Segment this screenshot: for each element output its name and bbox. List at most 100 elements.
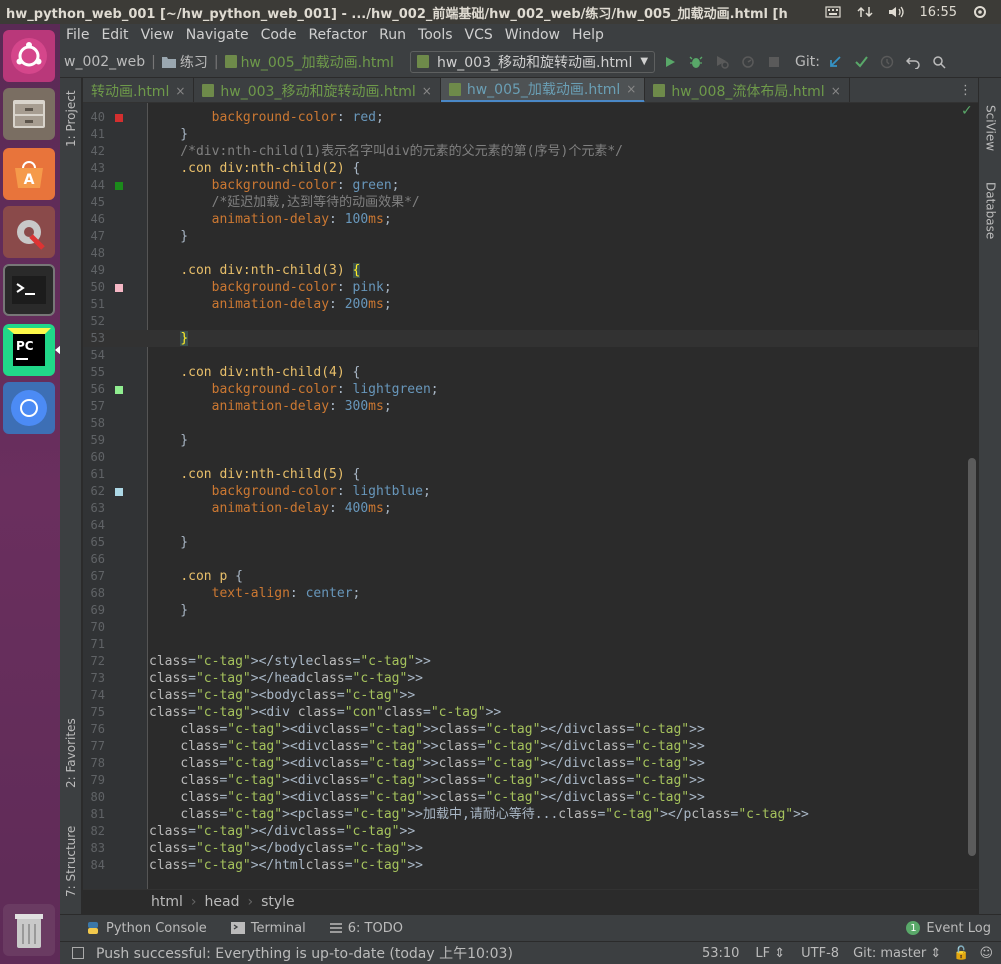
stop-icon[interactable] <box>763 51 785 73</box>
search-everywhere-icon[interactable] <box>928 51 950 73</box>
python-console-button[interactable]: Python Console <box>60 921 219 936</box>
code-line[interactable]: 76 class="c-tag"><divclass="c-tag">>clas… <box>83 721 978 738</box>
terminal-icon[interactable] <box>3 264 55 316</box>
menu-navigate[interactable]: Navigate <box>180 27 255 43</box>
code-line[interactable]: 47 } <box>83 228 978 245</box>
code-line[interactable]: 41 } <box>83 126 978 143</box>
menu-run[interactable]: Run <box>373 27 412 43</box>
git-update-icon[interactable] <box>824 51 846 73</box>
chromium-icon[interactable] <box>3 382 55 434</box>
code-line[interactable]: 72 class="c-tag"></styleclass="c-tag">> <box>83 653 978 670</box>
menu-file[interactable]: File <box>60 27 95 43</box>
history-icon[interactable] <box>876 51 898 73</box>
code-line[interactable]: 61 .con div:nth-child(5) { <box>83 466 978 483</box>
tool-tab-sciview[interactable]: SciView <box>979 100 1001 156</box>
git-branch[interactable]: Git: master ⇕ <box>847 946 947 961</box>
tool-tab-project[interactable]: 1: Project <box>60 84 82 154</box>
code-line[interactable]: 59 } <box>83 432 978 449</box>
system-settings-icon[interactable] <box>3 206 55 258</box>
code-line[interactable]: 80 class="c-tag"><divclass="c-tag">>clas… <box>83 789 978 806</box>
color-swatch-icon[interactable] <box>115 386 123 394</box>
tab-file-1[interactable]: 转动画.html × <box>83 78 195 102</box>
code-line[interactable]: 52 <box>83 313 978 330</box>
code-line[interactable]: 63 animation-delay: 400ms; <box>83 500 978 517</box>
color-swatch-icon[interactable] <box>115 114 123 122</box>
code-line[interactable]: 56 background-color: lightgreen; <box>83 381 978 398</box>
code-line[interactable]: 66 <box>83 551 978 568</box>
code-line[interactable]: 45 /*延迟加载,达到等待的动画效果*/ <box>83 194 978 211</box>
color-swatch-icon[interactable] <box>115 488 123 496</box>
code-line[interactable]: 65 } <box>83 534 978 551</box>
power-gear-icon[interactable] <box>971 4 989 20</box>
menu-edit[interactable]: Edit <box>95 27 134 43</box>
editor-scrollbar[interactable] <box>968 458 976 856</box>
ubuntu-dash-icon[interactable] <box>3 30 55 82</box>
files-icon[interactable] <box>3 88 55 140</box>
inspection-ok-icon[interactable]: ✓ <box>961 103 973 119</box>
code-line[interactable]: 70 <box>83 619 978 636</box>
inspector-icon[interactable]: ☺ <box>975 946 1001 961</box>
status-message[interactable]: Push successful: Everything is up-to-dat… <box>96 943 513 963</box>
code-line[interactable]: 78 class="c-tag"><divclass="c-tag">>clas… <box>83 755 978 772</box>
code-line[interactable]: 51 animation-delay: 200ms; <box>83 296 978 313</box>
todo-button[interactable]: 6: TODO <box>318 921 415 936</box>
code-line[interactable]: 69 } <box>83 602 978 619</box>
git-commit-icon[interactable] <box>850 51 872 73</box>
caret-position[interactable]: 53:10 <box>694 946 747 961</box>
line-separator[interactable]: LF ⇕ <box>747 946 793 961</box>
trash-icon[interactable] <box>3 904 55 956</box>
breadcrumb-style[interactable]: style <box>261 894 295 910</box>
code-line[interactable]: 44 background-color: green; <box>83 177 978 194</box>
code-line[interactable]: 81 class="c-tag"><pclass="c-tag">>加载中,请耐… <box>83 806 978 823</box>
clock[interactable]: 16:55 <box>920 5 957 20</box>
code-line[interactable]: 73 class="c-tag"></headclass="c-tag">> <box>83 670 978 687</box>
event-log-button[interactable]: 1 Event Log <box>894 921 1001 936</box>
menu-window[interactable]: Window <box>499 27 566 43</box>
close-icon[interactable]: × <box>422 84 432 98</box>
code-line[interactable]: 46 animation-delay: 100ms; <box>83 211 978 228</box>
tab-file-3[interactable]: hw_005_加载动画.html × <box>440 78 646 102</box>
nav-crumb-project[interactable]: w_002_web <box>60 54 149 70</box>
code-line[interactable]: 67 .con p { <box>83 568 978 585</box>
keyboard-icon[interactable] <box>824 4 842 20</box>
code-line[interactable]: 83 class="c-tag"></bodyclass="c-tag">> <box>83 840 978 857</box>
code-line[interactable]: 42 /*div:nth-child(1)表示名字叫div的元素的父元素的第(序… <box>83 143 978 160</box>
code-line[interactable]: 75 class="c-tag"><div class="con"class="c… <box>83 704 978 721</box>
code-line[interactable]: 71 <box>83 636 978 653</box>
code-line[interactable]: 68 text-align: center; <box>83 585 978 602</box>
menu-tools[interactable]: Tools <box>412 27 459 43</box>
close-icon[interactable]: × <box>175 84 185 98</box>
color-swatch-icon[interactable] <box>115 284 123 292</box>
close-icon[interactable]: × <box>626 82 636 96</box>
tab-file-2[interactable]: hw_003_移动和旋转动画.html × <box>194 78 441 102</box>
code-line[interactable]: 48 <box>83 245 978 262</box>
code-line[interactable]: 49 .con div:nth-child(3) { <box>83 262 978 279</box>
code-line[interactable]: 58 <box>83 415 978 432</box>
menu-code[interactable]: Code <box>255 27 303 43</box>
volume-icon[interactable] <box>888 4 906 20</box>
code-line[interactable]: 53 } <box>83 330 978 347</box>
close-icon[interactable]: × <box>831 84 841 98</box>
breadcrumb-html[interactable]: html <box>151 894 183 910</box>
code-line[interactable]: 82 class="c-tag"></divclass="c-tag">> <box>83 823 978 840</box>
breadcrumb-head[interactable]: head <box>205 894 240 910</box>
tab-file-4[interactable]: hw_008_流体布局.html × <box>645 78 850 102</box>
code-line[interactable]: 40 background-color: red; <box>83 109 978 126</box>
pycharm-icon[interactable]: PC <box>3 324 55 376</box>
run-icon[interactable] <box>659 51 681 73</box>
revert-icon[interactable] <box>902 51 924 73</box>
menu-vcs[interactable]: VCS <box>459 27 499 43</box>
code-line[interactable]: 74 class="c-tag"><bodyclass="c-tag">> <box>83 687 978 704</box>
color-swatch-icon[interactable] <box>115 182 123 190</box>
tool-tab-favorites[interactable]: 2: Favorites <box>60 708 82 798</box>
code-line[interactable]: 54 <box>83 347 978 364</box>
tool-tab-structure[interactable]: 7: Structure <box>60 818 82 904</box>
file-encoding[interactable]: UTF-8 <box>793 946 847 961</box>
menu-view[interactable]: View <box>135 27 180 43</box>
code-line[interactable]: 79 class="c-tag"><divclass="c-tag">>clas… <box>83 772 978 789</box>
menu-refactor[interactable]: Refactor <box>302 27 373 43</box>
network-icon[interactable] <box>856 4 874 20</box>
lock-icon[interactable]: 🔓 <box>947 946 975 961</box>
terminal-button[interactable]: Terminal <box>219 921 318 936</box>
code-editor[interactable]: 40 background-color: red; 41 } 42 /*div:nt… <box>83 103 978 889</box>
